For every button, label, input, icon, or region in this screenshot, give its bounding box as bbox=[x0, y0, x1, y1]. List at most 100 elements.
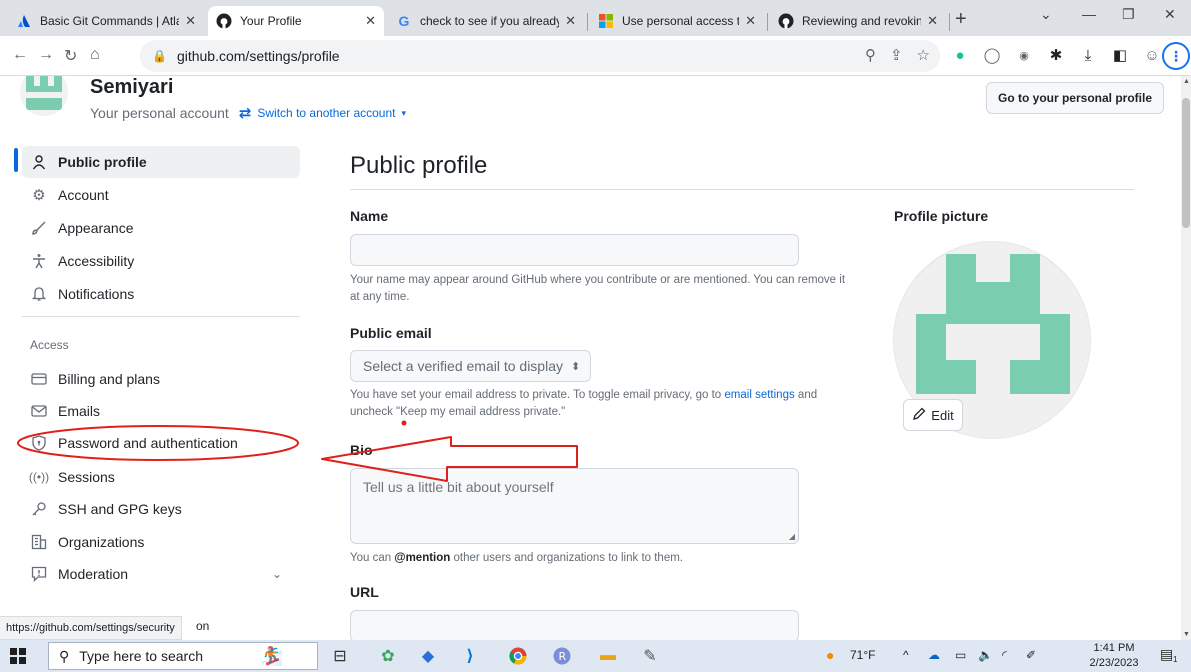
sidebar-item-organizations[interactable]: Organizations bbox=[22, 526, 300, 558]
page-scrollbar[interactable]: ▲ ▼ bbox=[1181, 76, 1191, 640]
public-email-select[interactable]: Select a verified email to display ⬍ bbox=[350, 350, 591, 382]
close-icon[interactable]: ✕ bbox=[745, 13, 756, 29]
notification-count: 1 bbox=[1173, 655, 1178, 664]
paintbrush-icon bbox=[30, 220, 48, 236]
search-highlight-icon[interactable]: 🏂 bbox=[261, 646, 283, 666]
file-explorer-icon[interactable]: ▬ bbox=[598, 646, 618, 666]
microsoft-icon bbox=[598, 13, 614, 29]
taskbar-clock[interactable]: 1:41 PM 2/23/2023 bbox=[1083, 641, 1145, 671]
reload-icon[interactable]: ↻ bbox=[64, 46, 77, 66]
sidebar-partial-item: on bbox=[196, 619, 210, 633]
tab-title: check to see if you already bbox=[420, 14, 560, 28]
sidebar-item-appearance[interactable]: Appearance bbox=[22, 212, 300, 244]
sidebar-item-moderation[interactable]: Moderation ⌄ bbox=[22, 558, 300, 590]
sidebar-item-notifications[interactable]: Notifications bbox=[22, 278, 300, 310]
email-settings-link[interactable]: email settings bbox=[724, 389, 794, 401]
chevron-down-icon[interactable]: ⌄ bbox=[272, 567, 282, 581]
onedrive-icon[interactable]: ☁ bbox=[928, 648, 940, 662]
forward-icon[interactable]: → bbox=[38, 46, 54, 64]
sidebar-item-account[interactable]: ⚙ Account bbox=[22, 179, 300, 211]
github-icon bbox=[216, 13, 232, 29]
tab-search-chevron-icon[interactable]: ⌄ bbox=[1040, 6, 1052, 23]
notification-icon[interactable]: ▤ bbox=[1160, 646, 1173, 663]
chat-extension-icon[interactable]: ◯ bbox=[982, 45, 1002, 65]
sidebar-item-label: Password and authentication bbox=[58, 435, 238, 451]
new-tab-button[interactable]: + bbox=[955, 8, 967, 31]
edit-picture-button[interactable]: Edit bbox=[903, 399, 963, 431]
avatar[interactable] bbox=[20, 76, 68, 116]
close-icon[interactable]: ✕ bbox=[365, 13, 376, 29]
puzzle-extensions-icon[interactable]: ✱ bbox=[1046, 45, 1066, 65]
url-input[interactable] bbox=[350, 610, 799, 640]
pen-icon[interactable]: ✐ bbox=[1026, 648, 1036, 662]
tab-atlassian[interactable]: Basic Git Commands | Atla ✕ bbox=[8, 6, 204, 36]
download-icon[interactable]: ⤓ bbox=[1078, 45, 1098, 65]
close-icon[interactable]: ✕ bbox=[185, 13, 196, 29]
account-subtitle: Your personal account bbox=[90, 105, 229, 121]
bookmark-star-icon[interactable]: ☆ bbox=[917, 46, 930, 64]
tab-separator bbox=[767, 13, 768, 31]
tab-reviewing-revoking[interactable]: Reviewing and revoking p ✕ bbox=[770, 6, 946, 36]
sidebar-item-emails[interactable]: Emails bbox=[22, 395, 300, 427]
bio-textarea[interactable]: Tell us a little bit about yourself ◢ bbox=[350, 468, 799, 544]
sidebar-item-sessions[interactable]: ((•)) Sessions bbox=[22, 461, 300, 493]
tab-your-profile[interactable]: Your Profile ✕ bbox=[208, 6, 384, 36]
tab-access-token[interactable]: Use personal access token ✕ bbox=[590, 6, 764, 36]
weather-icon[interactable]: ● bbox=[826, 647, 834, 663]
app-icon-green[interactable]: ✿ bbox=[378, 646, 398, 666]
weather-temp[interactable]: 71°F bbox=[850, 648, 875, 662]
mail-icon bbox=[30, 403, 48, 419]
organization-icon bbox=[30, 534, 48, 550]
home-icon[interactable]: ⌂ bbox=[90, 46, 100, 64]
close-icon[interactable]: ✕ bbox=[565, 13, 576, 29]
chrome-icon[interactable] bbox=[508, 646, 528, 666]
sidebar-item-password-authentication[interactable]: Password and authentication bbox=[22, 427, 300, 459]
scroll-up-icon[interactable]: ▲ bbox=[1183, 78, 1190, 85]
sidebar-item-ssh-gpg-keys[interactable]: SSH and GPG keys bbox=[22, 493, 300, 525]
volume-icon[interactable]: 🔈 bbox=[978, 648, 993, 662]
account-name: Semiyari bbox=[90, 76, 174, 98]
paint-icon[interactable]: ✎ bbox=[640, 646, 660, 666]
name-note: Your name may appear around GitHub where… bbox=[350, 274, 846, 303]
tray-chevron-icon[interactable]: ^ bbox=[903, 648, 909, 662]
sidebar-item-billing[interactable]: Billing and plans bbox=[22, 363, 300, 395]
restore-icon[interactable]: ❐ bbox=[1122, 6, 1135, 23]
tab-google-search[interactable]: G check to see if you already ✕ bbox=[388, 6, 584, 36]
bio-label: Bio bbox=[350, 442, 373, 458]
account-subtitle-row: Your personal account ⇄ Switch to anothe… bbox=[90, 104, 406, 122]
resize-handle-icon[interactable]: ◢ bbox=[789, 532, 795, 541]
profile-avatar-icon[interactable]: ☺ bbox=[1142, 45, 1162, 65]
switch-account-link[interactable]: ⇄ Switch to another account ▾ bbox=[239, 104, 406, 122]
grammarly-icon[interactable]: ● bbox=[950, 45, 970, 65]
switch-account-label: Switch to another account bbox=[257, 106, 396, 120]
active-indicator bbox=[14, 148, 18, 172]
close-window-icon[interactable]: ✕ bbox=[1164, 6, 1176, 23]
extension-icon[interactable]: ◉ bbox=[1014, 45, 1034, 65]
tab-title: Your Profile bbox=[240, 14, 302, 28]
scroll-down-icon[interactable]: ▼ bbox=[1183, 631, 1190, 638]
name-input[interactable] bbox=[350, 234, 799, 266]
close-icon[interactable]: ✕ bbox=[927, 13, 938, 29]
windows-start-icon[interactable] bbox=[10, 648, 26, 664]
r-language-icon[interactable]: R bbox=[552, 646, 572, 666]
scrollbar-thumb[interactable] bbox=[1182, 98, 1190, 228]
address-bar[interactable]: 🔒 github.com/settings/profile ⚲ ⇪ ☆ bbox=[140, 40, 940, 72]
sidebar-heading-access: Access bbox=[30, 338, 69, 352]
sidebar-item-accessibility[interactable]: Accessibility bbox=[22, 245, 300, 277]
mention-text: @mention bbox=[394, 552, 451, 564]
share-icon[interactable]: ⇪ bbox=[890, 46, 903, 64]
task-view-icon[interactable]: ⊟ bbox=[330, 646, 350, 666]
network-icon[interactable]: ◜ bbox=[1002, 648, 1007, 662]
zoom-icon[interactable]: ⚲ bbox=[865, 46, 876, 64]
vscode-icon[interactable]: ⟩ bbox=[460, 646, 480, 666]
sidebar-item-public-profile[interactable]: Public profile bbox=[22, 146, 300, 178]
sourcetree-icon[interactable]: ◆ bbox=[418, 646, 438, 666]
omnibox-actions: ⚲ ⇪ ☆ bbox=[865, 46, 930, 64]
sidebar-item-label: Notifications bbox=[58, 286, 135, 302]
side-panel-icon[interactable]: ◧ bbox=[1110, 45, 1130, 65]
browser-menu-icon[interactable]: ⋮ bbox=[1162, 42, 1190, 70]
back-icon[interactable]: ← bbox=[12, 46, 28, 64]
go-to-profile-button[interactable]: Go to your personal profile bbox=[986, 82, 1164, 114]
minimize-icon[interactable]: — bbox=[1082, 6, 1096, 22]
battery-icon[interactable]: ▭ bbox=[955, 648, 966, 662]
